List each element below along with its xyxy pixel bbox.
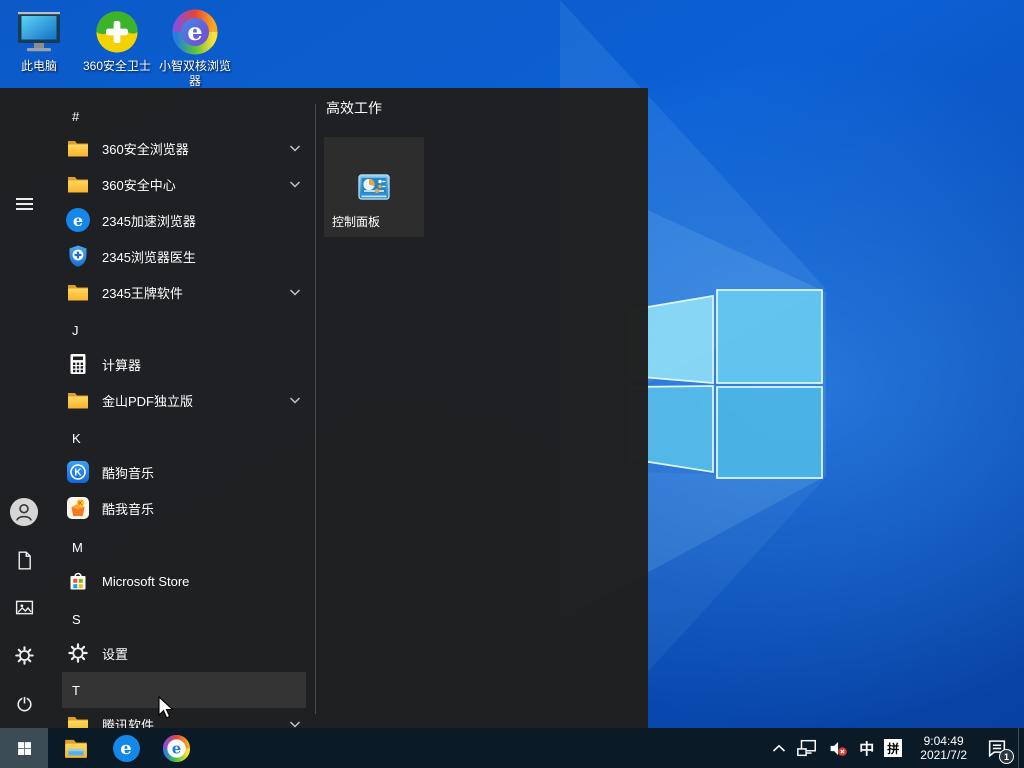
show-hidden-icons-button[interactable]: [767, 728, 791, 768]
chevron-down-icon[interactable]: [288, 180, 302, 188]
volume-tray-button[interactable]: [823, 728, 854, 768]
settings-gear-icon: [14, 645, 35, 666]
tile-control-panel[interactable]: 控制面板: [324, 137, 424, 237]
desktop-icon-xiaozhi-browser[interactable]: 小智双核浏览器: [156, 8, 234, 89]
app-item-2345-doctor[interactable]: 2345浏览器医生: [62, 238, 306, 274]
ime-scheme-button[interactable]: 拼: [879, 728, 907, 768]
clock-time: 9:04:49: [923, 734, 964, 748]
app-item-settings[interactable]: 设置: [62, 635, 306, 671]
start-menu-rail: [0, 88, 48, 728]
file-explorer-icon: [63, 735, 89, 761]
start-button[interactable]: [0, 728, 48, 768]
360-safe-icon: [94, 9, 140, 55]
pictures-icon: [14, 597, 35, 618]
control-panel-icon: [358, 171, 390, 208]
chevron-down-icon[interactable]: [288, 144, 302, 152]
show-desktop-button[interactable]: [1018, 728, 1024, 768]
app-item-2345-suite[interactable]: 2345王牌软件: [62, 274, 306, 310]
folder-icon: [66, 136, 90, 160]
chevron-down-icon[interactable]: [288, 288, 302, 296]
app-section-header[interactable]: #: [62, 98, 306, 134]
browser-2345-icon: e: [66, 208, 90, 232]
ime-mode-button[interactable]: 中: [854, 728, 879, 768]
volume-muted-icon: [828, 738, 849, 759]
tile-label: 控制面板: [332, 215, 381, 229]
power-button[interactable]: [0, 679, 48, 727]
app-section-header[interactable]: K: [62, 420, 306, 456]
clock-button[interactable]: 9:04:49 2021/7/2: [907, 728, 980, 768]
app-item-kuwo-music[interactable]: 酷我音乐: [62, 490, 306, 526]
app-section-header-highlighted[interactable]: T: [62, 672, 306, 708]
expand-menu-button[interactable]: [0, 180, 48, 228]
this-pc-icon: [15, 8, 63, 56]
app-section-header[interactable]: J: [62, 312, 306, 348]
desktop-icon-this-pc[interactable]: 此电脑: [0, 8, 78, 74]
hamburger-icon: [15, 195, 33, 213]
desktop-icon-360-safe[interactable]: 360安全卫士: [78, 8, 156, 74]
microsoft-store-icon: [66, 569, 90, 593]
calculator-icon: [66, 352, 90, 376]
tile-area: 高效工作 控制面板: [324, 88, 648, 728]
user-avatar-icon: [9, 497, 39, 527]
documents-button[interactable]: [0, 536, 48, 584]
app-list-scrollbar[interactable]: [315, 104, 316, 714]
app-item-2345-browser[interactable]: e 2345加速浏览器: [62, 202, 306, 238]
app-section-header[interactable]: M: [62, 529, 306, 565]
folder-icon: [66, 388, 90, 412]
desktop-icon-label: 小智双核浏览器: [158, 59, 231, 88]
app-list: # 360安全浏览器 360安全中心 e 2345加速浏览器 2345浏览器医生: [48, 88, 316, 728]
shield-icon: [66, 244, 90, 268]
folder-icon: [66, 712, 90, 728]
ethernet-icon: [796, 737, 818, 759]
app-item-tencent-software[interactable]: 腾讯软件: [62, 706, 306, 728]
user-account-button[interactable]: [0, 488, 48, 536]
desktop-icon-label: 此电脑: [20, 59, 57, 73]
app-item-kugou-music[interactable]: 酷狗音乐: [62, 454, 306, 490]
tile-group-label[interactable]: 高效工作: [326, 98, 382, 118]
app-item-calculator[interactable]: 计算器: [62, 346, 306, 382]
start-menu: # 360安全浏览器 360安全中心 e 2345加速浏览器 2345浏览器医生: [0, 88, 648, 728]
xiaozhi-browser-icon: [163, 735, 190, 762]
app-item-360-center[interactable]: 360安全中心: [62, 166, 306, 202]
app-item-microsoft-store[interactable]: Microsoft Store: [62, 563, 306, 599]
browser-2345-icon: e: [112, 734, 140, 762]
taskbar-2345-browser[interactable]: e: [104, 728, 148, 768]
settings-gear-icon: [66, 641, 90, 665]
kuwo-icon: [66, 496, 90, 520]
clock-date: 2021/7/2: [920, 748, 967, 762]
chevron-down-icon[interactable]: [288, 396, 302, 404]
notification-badge: 1: [999, 749, 1014, 764]
system-tray: 中 拼 9:04:49 2021/7/2 1: [767, 728, 1024, 768]
app-item-kingsoft-pdf[interactable]: 金山PDF独立版: [62, 382, 306, 418]
taskbar-file-explorer[interactable]: [54, 728, 98, 768]
taskbar: e 中 拼 9:04:49 2021/7/2 1: [0, 728, 1024, 768]
windows-start-icon: [16, 740, 33, 757]
action-center-button[interactable]: 1: [980, 728, 1018, 768]
kugou-icon: [66, 460, 90, 484]
folder-icon: [66, 172, 90, 196]
folder-icon: [66, 280, 90, 304]
documents-icon: [14, 550, 35, 571]
xiaozhi-browser-icon: [172, 9, 218, 55]
chevron-down-icon[interactable]: [288, 720, 302, 728]
desktop-screen: 此电脑 360安全卫士 小智双核浏览器 # 360安全浏览器 360安全中心 e…: [0, 0, 1024, 768]
app-section-header[interactable]: S: [62, 601, 306, 637]
app-item-360-browser[interactable]: 360安全浏览器: [62, 130, 306, 166]
settings-button[interactable]: [0, 631, 48, 679]
taskbar-xiaozhi-browser[interactable]: [154, 728, 198, 768]
chevron-up-icon: [772, 744, 786, 753]
pictures-button[interactable]: [0, 583, 48, 631]
desktop-icon-label: 360安全卫士: [82, 59, 152, 73]
power-icon: [14, 693, 35, 714]
network-tray-button[interactable]: [791, 728, 823, 768]
